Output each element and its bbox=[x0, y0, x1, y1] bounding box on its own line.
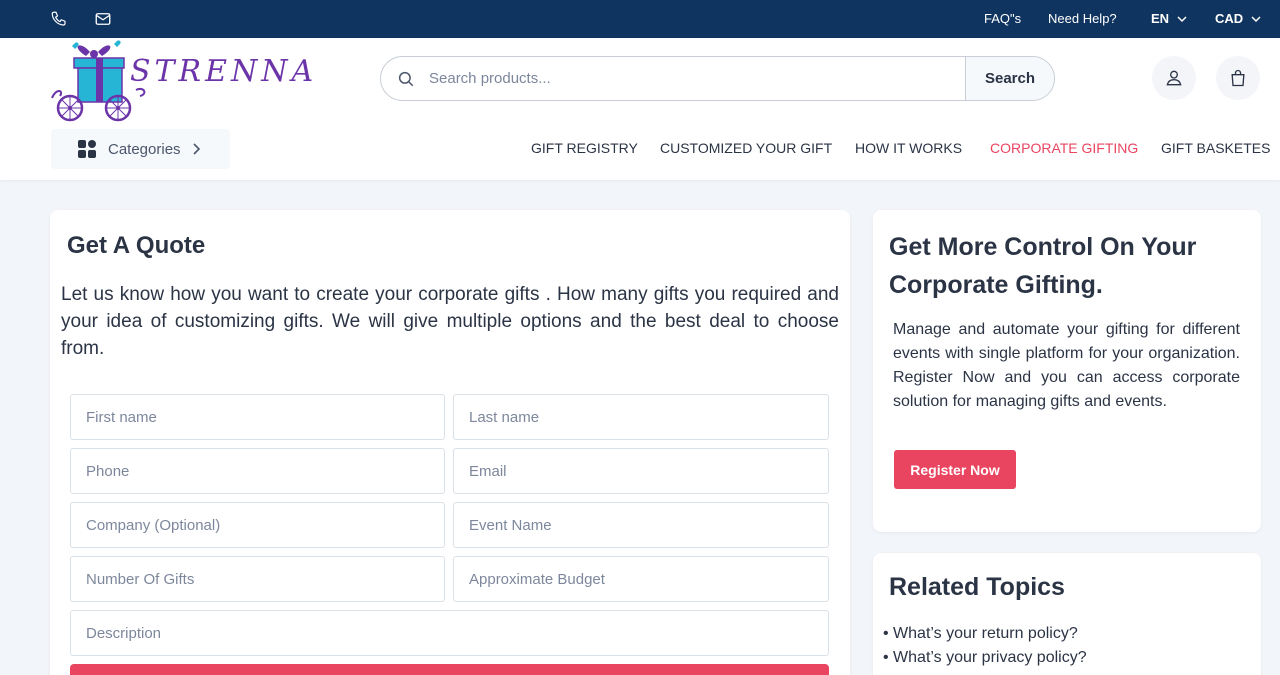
mail-icon[interactable] bbox=[94, 10, 112, 28]
related-topic-return-policy[interactable]: • What’s your return policy? bbox=[883, 625, 1078, 643]
phone-input[interactable] bbox=[71, 449, 444, 493]
email-field bbox=[453, 448, 829, 494]
chevron-right-icon bbox=[192, 143, 200, 155]
search-bar: Search bbox=[380, 56, 1055, 101]
language-value: EN bbox=[1151, 11, 1170, 26]
categories-button[interactable]: Categories bbox=[51, 129, 230, 169]
quote-title: Get A Quote bbox=[67, 232, 206, 259]
related-topics-card: Related Topics • What’s your return poli… bbox=[873, 553, 1261, 675]
submit-quote-button[interactable] bbox=[70, 664, 829, 675]
search-icon bbox=[397, 70, 415, 88]
corporate-control-card: Get More Control On Your Corporate Gifti… bbox=[873, 210, 1261, 532]
register-now-button[interactable]: Register Now bbox=[894, 450, 1016, 489]
categories-label: Categories bbox=[108, 140, 181, 158]
nav-gift-registry[interactable]: GIFT REGISTRY bbox=[531, 140, 638, 156]
logo[interactable]: STRENNA bbox=[50, 38, 313, 128]
search-input[interactable] bbox=[429, 57, 959, 100]
chevron-down-icon bbox=[1177, 15, 1187, 22]
top-bar: FAQ"s Need Help? EN CAD bbox=[0, 0, 1280, 38]
shopping-bag-icon bbox=[1231, 69, 1245, 87]
first-name-input[interactable] bbox=[71, 395, 444, 439]
budget-field bbox=[453, 556, 829, 602]
currency-value: CAD bbox=[1215, 11, 1244, 26]
related-topic-privacy-policy[interactable]: • What’s your privacy policy? bbox=[883, 649, 1087, 667]
nav-customized-your-gift[interactable]: CUSTOMIZED YOUR GIFT bbox=[660, 140, 832, 156]
account-button[interactable] bbox=[1152, 56, 1196, 100]
logo-text: STRENNA bbox=[130, 54, 318, 89]
company-field bbox=[70, 502, 445, 548]
nav-how-it-works[interactable]: HOW IT WORKS bbox=[855, 140, 962, 156]
event-name-field bbox=[453, 502, 829, 548]
cart-button[interactable] bbox=[1216, 56, 1260, 100]
description-input[interactable] bbox=[71, 611, 828, 655]
user-icon bbox=[1166, 70, 1182, 86]
number-of-gifts-field bbox=[70, 556, 445, 602]
nav-corporate-gifting[interactable]: CORPORATE GIFTING bbox=[990, 140, 1138, 156]
need-help-link[interactable]: Need Help? bbox=[1048, 11, 1117, 26]
phone-icon[interactable] bbox=[50, 10, 68, 28]
currency-selector[interactable]: CAD bbox=[1215, 11, 1261, 26]
control-title: Get More Control On Your Corporate Gifti… bbox=[889, 233, 1197, 299]
phone-field bbox=[70, 448, 445, 494]
site-header: STRENNA Search Categories GIFT REGISTRY … bbox=[0, 38, 1280, 180]
nav-gift-basketes[interactable]: GIFT BASKETES bbox=[1161, 140, 1270, 156]
description-field bbox=[70, 610, 829, 656]
event-name-input[interactable] bbox=[454, 503, 828, 547]
last-name-input[interactable] bbox=[454, 395, 828, 439]
search-button[interactable]: Search bbox=[965, 57, 1054, 100]
company-input[interactable] bbox=[71, 503, 444, 547]
budget-input[interactable] bbox=[454, 557, 828, 601]
quote-card: Get A Quote Let us know how you want to … bbox=[50, 210, 850, 675]
language-selector[interactable]: EN bbox=[1151, 11, 1187, 26]
quote-description: Let us know how you want to create your … bbox=[61, 284, 839, 359]
last-name-field bbox=[453, 394, 829, 440]
control-description: Manage and automate your gifting for dif… bbox=[893, 321, 1240, 410]
number-of-gifts-input[interactable] bbox=[71, 557, 444, 601]
chevron-down-icon bbox=[1251, 15, 1261, 22]
faq-link[interactable]: FAQ"s bbox=[984, 11, 1021, 26]
related-topics-title: Related Topics bbox=[889, 573, 1065, 601]
first-name-field bbox=[70, 394, 445, 440]
grid-icon bbox=[78, 140, 96, 158]
email-input[interactable] bbox=[454, 449, 828, 493]
